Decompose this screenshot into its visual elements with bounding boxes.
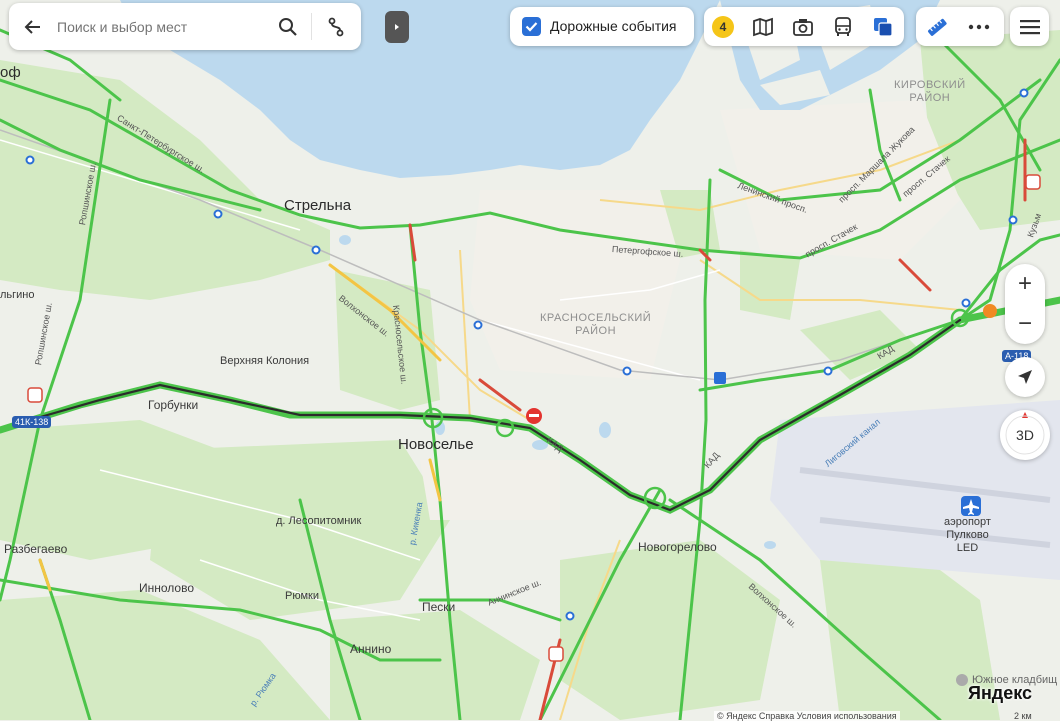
layers-map-button[interactable] (750, 14, 776, 40)
hotel-icon[interactable] (714, 372, 726, 384)
bus-icon (835, 17, 851, 36)
compass-3d-button[interactable]: 3D (1000, 410, 1050, 460)
search-panel (9, 3, 361, 50)
search-button[interactable] (271, 9, 305, 45)
arrow-left-icon (24, 20, 40, 34)
cemetery-icon (956, 674, 968, 686)
place-novogorelovo: Новогорелово (638, 540, 717, 554)
more-dots-icon (968, 24, 990, 30)
location-arrow-icon (1018, 370, 1032, 384)
fuel-station-icon[interactable] (983, 304, 997, 318)
hamburger-icon (1019, 19, 1040, 34)
place-lesopitomnik: д. Лесопитомник (276, 515, 362, 527)
map-layers-icon (753, 17, 773, 37)
place-verkhnyaya-koloniya: Верхняя Колония (220, 355, 310, 367)
map-style-button[interactable] (870, 14, 896, 40)
route-icon (328, 17, 344, 37)
place-razbegaevo: Разбегаево (4, 542, 68, 556)
check-icon (525, 22, 538, 32)
traffic-events-checkbox[interactable] (522, 17, 541, 36)
zoom-controls: + − (1005, 264, 1045, 344)
search-input[interactable] (55, 13, 269, 41)
more-button[interactable] (964, 14, 994, 40)
chevron-right-icon (395, 24, 399, 30)
place-ryumki: Рюмки (285, 590, 319, 602)
ruler-icon (928, 18, 947, 36)
place-strelna: Стрельна (284, 197, 352, 214)
place-olgino: льгино (0, 289, 35, 301)
district-kirovsky: КИРОВСКИЙ РАЙОН (894, 79, 966, 104)
back-button[interactable] (15, 9, 51, 45)
road-closure-icon[interactable] (526, 408, 542, 424)
yandex-logo: Яндекс (968, 683, 1033, 703)
geolocation-button[interactable] (1005, 357, 1045, 397)
transport-button[interactable] (830, 14, 856, 40)
zoom-in-button[interactable]: + (1005, 264, 1045, 304)
district-krasnoselsky: КРАСНОСЕЛЬСКИЙ РАЙОН (540, 312, 652, 337)
traffic-score-button[interactable]: 4 (710, 14, 736, 40)
place-annino: Аннино (350, 642, 392, 656)
place-airport: аэропорт Пулково LED (944, 516, 991, 554)
place-innolovo: Иннолово (139, 581, 195, 595)
traffic-events-toggle[interactable]: Дорожные события (510, 7, 694, 46)
map-canvas[interactable] (0, 0, 1060, 720)
place-edge-left: оф (0, 64, 21, 81)
airport-icon[interactable] (961, 496, 981, 516)
traffic-score-badge: 4 (712, 16, 734, 38)
three-d-label: 3D (1016, 427, 1034, 443)
panel-toggle-button[interactable] (385, 11, 409, 43)
place-gorbunki: Горбунки (148, 398, 199, 412)
menu-button[interactable] (1010, 7, 1049, 46)
zoom-out-button[interactable]: − (1005, 304, 1045, 344)
layers-toolbar: 4 (704, 7, 904, 46)
place-novoselye: Новоселье (398, 436, 474, 453)
road-badge-41k138: 41К-138 (12, 416, 52, 428)
search-icon (279, 18, 297, 36)
layers-icon (874, 18, 893, 37)
route-button[interactable] (317, 9, 355, 45)
tools-panel (916, 7, 1004, 46)
place-peski: Пески (422, 600, 456, 614)
panorama-button[interactable] (790, 14, 816, 40)
ruler-button[interactable] (924, 14, 950, 40)
camera-icon (793, 19, 813, 36)
traffic-events-label: Дорожные события (550, 18, 677, 34)
